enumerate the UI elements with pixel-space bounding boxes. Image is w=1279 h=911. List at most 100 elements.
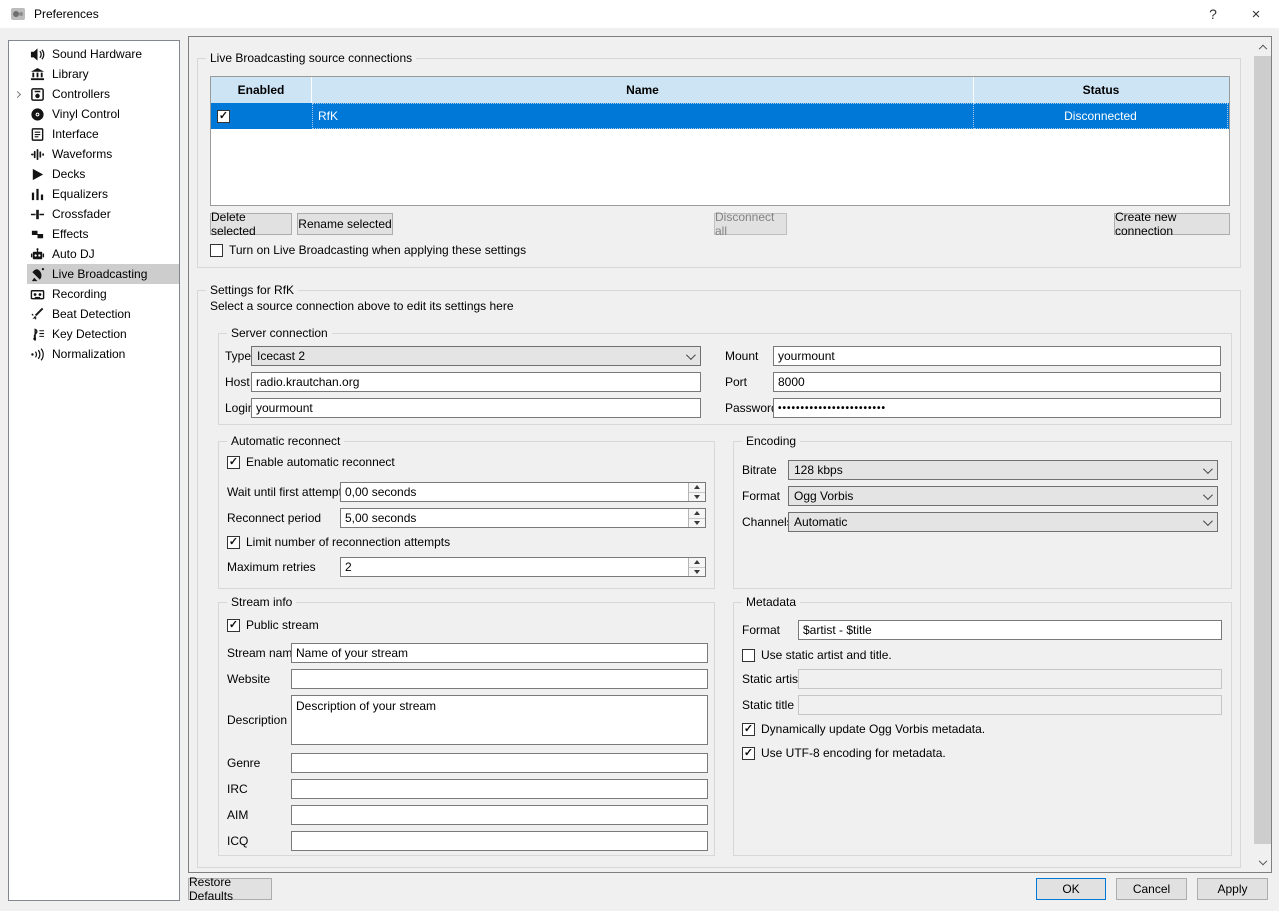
equalizer-icon — [29, 186, 45, 202]
table-row[interactable]: ✓ RfK Disconnected — [211, 103, 1229, 129]
mount-input[interactable] — [773, 346, 1221, 366]
recording-icon — [29, 286, 45, 302]
retries-spinbox[interactable] — [340, 557, 706, 577]
expand-arrow-icon[interactable] — [13, 90, 20, 97]
apply-button[interactable]: Apply — [1197, 878, 1268, 900]
dynamic-update-checkbox[interactable]: ✓ — [742, 723, 755, 736]
preferences-sidebar: Sound Hardware Library Controllers Vinyl… — [8, 40, 180, 901]
mount-label: Mount — [725, 349, 758, 363]
period-spinbox[interactable] — [340, 508, 706, 528]
stream-name-input[interactable] — [291, 643, 708, 663]
sidebar-item-key-detection[interactable]: Key Detection — [9, 324, 179, 344]
metadata-format-label: Format — [742, 623, 780, 637]
irc-input[interactable] — [291, 779, 708, 799]
scrollbar-thumb[interactable] — [1254, 56, 1271, 844]
icq-label: ICQ — [227, 834, 248, 848]
sidebar-item-controllers[interactable]: Controllers — [9, 84, 179, 104]
limit-attempts-checkbox[interactable]: ✓ — [227, 536, 240, 549]
aim-input[interactable] — [291, 805, 708, 825]
live-broadcasting-page: Live Broadcasting source connections Ena… — [188, 36, 1272, 873]
retries-label: Maximum retries — [227, 560, 316, 574]
column-header-status[interactable]: Status — [974, 77, 1228, 103]
sidebar-item-equalizers[interactable]: Equalizers — [9, 184, 179, 204]
type-label: Type — [225, 349, 251, 363]
automatic-reconnect-group: Automatic reconnect ✓ Enable automatic r… — [218, 441, 715, 589]
sidebar-item-vinyl-control[interactable]: Vinyl Control — [9, 104, 179, 124]
rename-selected-button[interactable]: Rename selected — [297, 213, 393, 235]
column-header-enabled[interactable]: Enabled — [211, 77, 312, 103]
enabled-cell[interactable]: ✓ — [211, 103, 312, 129]
spin-up-icon[interactable] — [689, 558, 705, 568]
description-textarea[interactable]: Description of your stream — [291, 695, 708, 745]
metadata-format-input[interactable] — [798, 620, 1222, 640]
type-select[interactable]: Icecast 2 — [251, 346, 701, 366]
public-stream-checkbox[interactable]: ✓ — [227, 619, 240, 632]
effects-icon — [29, 226, 45, 242]
public-stream-row: ✓ Public stream — [227, 618, 319, 632]
website-input[interactable] — [291, 669, 708, 689]
app-icon — [10, 6, 26, 22]
sidebar-item-interface[interactable]: Interface — [9, 124, 179, 144]
ok-button[interactable]: OK — [1036, 878, 1106, 900]
format-select[interactable]: Ogg Vorbis — [788, 486, 1218, 506]
login-input[interactable] — [251, 398, 701, 418]
deck-icon — [29, 166, 45, 182]
autodj-icon — [29, 246, 45, 262]
status-cell: Disconnected — [974, 103, 1228, 129]
library-icon — [29, 66, 45, 82]
host-input[interactable] — [251, 372, 701, 392]
sidebar-item-library[interactable]: Library — [9, 64, 179, 84]
password-input[interactable] — [773, 398, 1221, 418]
column-header-name[interactable]: Name — [312, 77, 974, 103]
scroll-up-icon[interactable] — [1254, 37, 1271, 54]
enable-reconnect-checkbox[interactable]: ✓ — [227, 456, 240, 469]
cancel-button[interactable]: Cancel — [1116, 878, 1187, 900]
spin-up-icon[interactable] — [689, 483, 705, 493]
help-button[interactable]: ? — [1190, 0, 1236, 28]
enabled-checkbox[interactable]: ✓ — [217, 110, 230, 123]
connections-table: Enabled Name Status ✓ RfK Disconnected — [210, 76, 1230, 206]
spin-down-icon[interactable] — [689, 493, 705, 502]
static-metadata-checkbox[interactable] — [742, 649, 755, 662]
name-cell[interactable]: RfK — [312, 103, 974, 129]
utf8-checkbox[interactable]: ✓ — [742, 747, 755, 760]
sidebar-item-normalization[interactable]: Normalization — [9, 344, 179, 364]
period-label: Reconnect period — [227, 511, 321, 525]
normalization-icon — [29, 346, 45, 362]
window-title: Preferences — [34, 7, 99, 21]
sidebar-item-beat-detection[interactable]: Beat Detection — [9, 304, 179, 324]
sidebar-item-auto-dj[interactable]: Auto DJ — [9, 244, 179, 264]
sidebar-item-effects[interactable]: Effects — [9, 224, 179, 244]
settings-hint: Select a source connection above to edit… — [210, 299, 514, 313]
icq-input[interactable] — [291, 831, 708, 851]
sidebar-item-live-broadcasting[interactable]: Live Broadcasting — [9, 264, 179, 284]
aim-label: AIM — [227, 808, 248, 822]
close-button[interactable]: × — [1233, 0, 1279, 28]
sidebar-item-recording[interactable]: Recording — [9, 284, 179, 304]
restore-defaults-button[interactable]: Restore Defaults — [188, 878, 272, 900]
sidebar-item-crossfader[interactable]: Crossfader — [9, 204, 179, 224]
sidebar-item-sound-hardware[interactable]: Sound Hardware — [9, 44, 179, 64]
spin-down-icon[interactable] — [689, 519, 705, 528]
scroll-down-icon[interactable] — [1254, 855, 1271, 872]
vertical-scrollbar[interactable] — [1254, 37, 1271, 872]
bitrate-select[interactable]: 128 kbps — [788, 460, 1218, 480]
login-label: Login — [225, 401, 254, 415]
title-bar: Preferences ? × — [0, 0, 1279, 28]
enable-reconnect-row: ✓ Enable automatic reconnect — [227, 455, 395, 469]
channels-select[interactable]: Automatic — [788, 512, 1218, 532]
create-new-connection-button[interactable]: Create new connection — [1114, 213, 1230, 235]
genre-input[interactable] — [291, 753, 708, 773]
delete-selected-button[interactable]: Delete selected — [210, 213, 292, 235]
port-input[interactable] — [773, 372, 1221, 392]
sidebar-item-decks[interactable]: Decks — [9, 164, 179, 184]
spin-up-icon[interactable] — [689, 509, 705, 519]
disconnect-all-button: Disconnect all — [714, 213, 787, 235]
password-label: Password — [725, 401, 778, 415]
wait-spinbox[interactable] — [340, 482, 706, 502]
turn-on-broadcasting-row: Turn on Live Broadcasting when applying … — [210, 243, 526, 257]
sidebar-item-waveforms[interactable]: Waveforms — [9, 144, 179, 164]
waveform-icon — [29, 146, 45, 162]
turn-on-broadcasting-checkbox[interactable] — [210, 244, 223, 257]
spin-down-icon[interactable] — [689, 568, 705, 577]
